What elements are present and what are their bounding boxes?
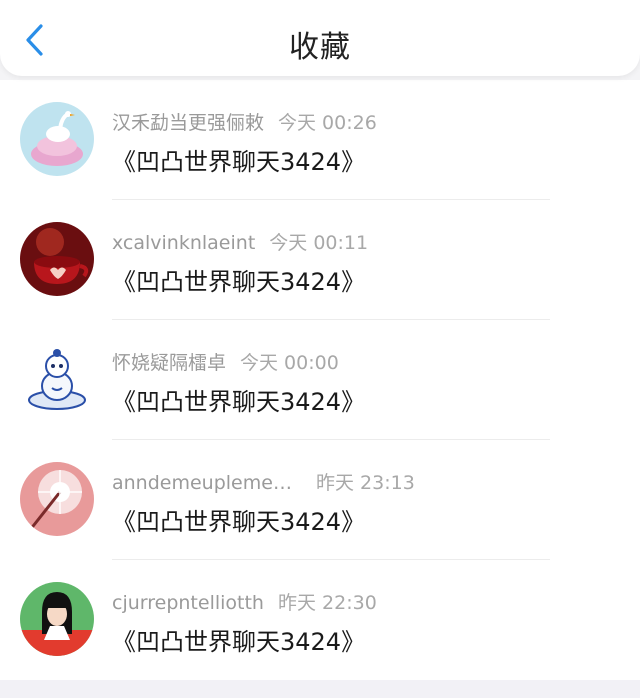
timestamp: 今天 00:00 (240, 352, 339, 374)
favorites-list: 汉禾勐当更强俪敕 今天 00:26 《凹凸世界聊天3424》 xcalvinknl… (0, 80, 640, 680)
list-item[interactable]: 怀娆疑隔檑卓 今天 00:00 《凹凸世界聊天3424》 (0, 320, 640, 440)
item-meta: xcalvinknlaeint 今天 00:11 (112, 228, 368, 255)
list-item[interactable]: cjurrepntelliotth 昨天 22:30 《凹凸世界聊天3424》 (0, 560, 640, 680)
girl-avatar (20, 582, 94, 656)
list-item[interactable]: 汉禾勐当更强俪敕 今天 00:26 《凹凸世界聊天3424》 (0, 80, 640, 200)
avatar[interactable] (20, 102, 94, 176)
avatar[interactable] (20, 462, 94, 536)
sender-name: 怀娆疑隔檑卓 (112, 352, 227, 374)
timestamp: 今天 00:11 (269, 232, 369, 254)
message-text: 《凹凸世界聊天3424》 (112, 148, 366, 176)
bottom-strip (0, 680, 640, 698)
item-meta: anndemeupleme… 昨天 23:13 (112, 468, 415, 495)
sparkle-avatar (20, 462, 94, 536)
page-title: 收藏 (289, 30, 351, 65)
avatar[interactable] (20, 582, 94, 656)
message-text: 《凹凸世界聊天3424》 (112, 388, 366, 416)
message-text: 《凹凸世界聊天3424》 (112, 508, 366, 536)
item-meta: cjurrepntelliotth 昨天 22:30 (112, 588, 377, 615)
message-text: 《凹凸世界聊天3424》 (112, 628, 366, 656)
item-meta: 怀娆疑隔檑卓 今天 00:00 (112, 348, 339, 375)
list-item[interactable]: xcalvinknlaeint 今天 00:11 《凹凸世界聊天3424》 (0, 200, 640, 320)
porcelain-figure-avatar (20, 342, 94, 416)
top-bar: 收藏 (0, 0, 640, 76)
avatar[interactable] (20, 342, 94, 416)
avatar[interactable] (20, 222, 94, 296)
timestamp: 昨天 23:13 (316, 472, 415, 494)
sender-name: anndemeupleme… (112, 472, 292, 494)
sender-name: 汉禾勐当更强俪敕 (112, 112, 265, 134)
teacup-avatar (20, 222, 94, 296)
timestamp: 今天 00:26 (278, 112, 377, 134)
item-meta: 汉禾勐当更强俪敕 今天 00:26 (112, 108, 377, 135)
sender-name: xcalvinknlaeint (112, 232, 256, 254)
list-item[interactable]: anndemeupleme… 昨天 23:13 《凹凸世界聊天3424》 (0, 440, 640, 560)
swan-avatar (20, 102, 94, 176)
timestamp: 昨天 22:30 (277, 592, 377, 614)
sender-name: cjurrepntelliotth (112, 592, 264, 614)
message-text: 《凹凸世界聊天3424》 (112, 268, 366, 296)
